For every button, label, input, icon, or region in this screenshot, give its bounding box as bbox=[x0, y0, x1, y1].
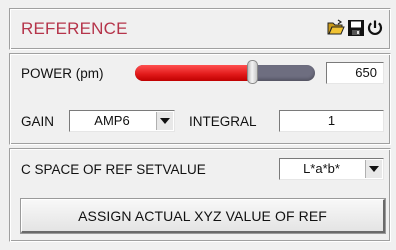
power-slider-thumb[interactable] bbox=[247, 60, 258, 84]
gain-selected-value: AMP6 bbox=[94, 113, 130, 128]
color-space-select[interactable]: L*a*b* bbox=[279, 158, 384, 180]
gain-select[interactable]: AMP6 bbox=[69, 110, 175, 132]
color-space-label: C SPACE OF REF SETVALUE bbox=[21, 162, 206, 177]
folder-open-icon[interactable] bbox=[327, 19, 345, 37]
power-slider[interactable] bbox=[135, 60, 315, 84]
integral-label: INTEGRAL bbox=[189, 114, 257, 129]
chevron-down-icon[interactable] bbox=[365, 160, 382, 178]
integral-field[interactable]: 1 bbox=[279, 110, 384, 132]
save-icon[interactable] bbox=[347, 19, 365, 37]
power-value-field[interactable]: 650 bbox=[326, 62, 384, 84]
assign-xyz-button[interactable]: ASSIGN ACTUAL XYZ VALUE OF REF bbox=[20, 198, 386, 234]
power-label: POWER (pm) bbox=[21, 66, 104, 81]
power-slider-fill bbox=[135, 65, 252, 81]
reference-panel: REFERENCE POWER (pm) 650 GAIN AMP6 INTEG… bbox=[0, 0, 396, 250]
power-icon[interactable] bbox=[366, 19, 384, 37]
gain-label: GAIN bbox=[21, 114, 55, 129]
color-space-selected-value: L*a*b* bbox=[303, 161, 340, 176]
chevron-down-icon[interactable] bbox=[156, 112, 173, 130]
panel-title: REFERENCE bbox=[21, 19, 128, 38]
